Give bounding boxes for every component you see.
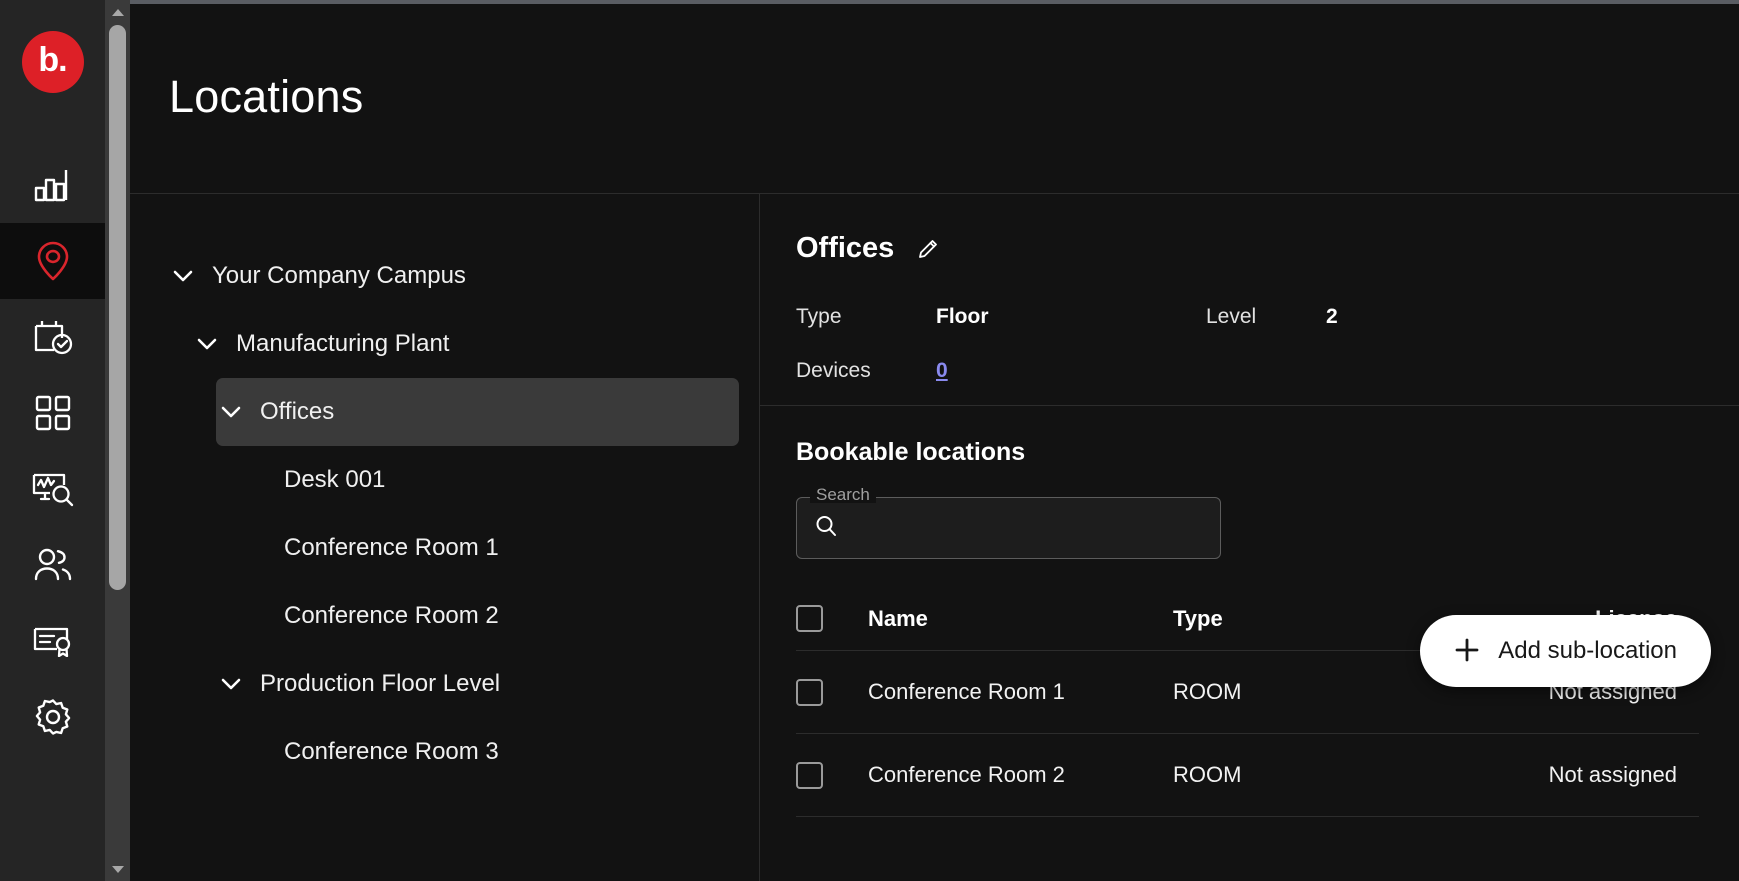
calendar-check-icon xyxy=(33,318,73,356)
cell-name: Conference Room 1 xyxy=(868,679,1065,704)
sidebar-item-licenses[interactable] xyxy=(0,603,105,679)
grid-apps-icon xyxy=(35,395,71,431)
search-field: Search xyxy=(796,486,1221,559)
sidebar-item-locations[interactable] xyxy=(0,223,105,299)
tree-node-label: Conference Room 3 xyxy=(284,738,499,765)
people-icon xyxy=(33,548,73,582)
cell-name: Conference Room 2 xyxy=(868,762,1065,787)
page-scrollbar[interactable] xyxy=(105,0,130,881)
sidebar-item-apps[interactable] xyxy=(0,375,105,451)
scrollbar-thumb[interactable] xyxy=(109,25,126,590)
meta-value-type: Floor xyxy=(936,305,989,328)
gear-icon xyxy=(34,698,72,736)
select-all-checkbox[interactable] xyxy=(796,605,823,632)
meta-label-type: Type xyxy=(796,305,842,328)
tree-node-your-company-campus[interactable]: Your Company Campus xyxy=(168,242,739,310)
row-select-cell xyxy=(796,678,868,706)
row-checkbox[interactable] xyxy=(796,678,823,706)
row-select-cell xyxy=(796,761,868,789)
sidebar-item-users[interactable] xyxy=(0,527,105,603)
tree-node-label: Offices xyxy=(260,398,335,425)
chevron-down-icon[interactable] xyxy=(216,669,246,699)
tree-node-label: Your Company Campus xyxy=(212,262,466,289)
tree-node-label: Conference Room 2 xyxy=(284,602,499,629)
sidebar-item-dashboard[interactable] xyxy=(0,147,105,223)
search-input[interactable] xyxy=(848,516,1220,540)
detail-title-row: Offices xyxy=(796,232,1699,265)
sidebar-nav xyxy=(0,147,105,755)
tree-node-desk-001[interactable]: Desk 001 xyxy=(240,446,739,514)
meta-label-level: Level xyxy=(1206,305,1257,328)
brand-logo[interactable]: b. xyxy=(21,31,84,93)
tree-node-conference-room-1[interactable]: Conference Room 1 xyxy=(240,514,739,582)
page-title: Locations xyxy=(169,70,364,122)
select-all-cell xyxy=(796,605,868,632)
column-header-name[interactable]: Name xyxy=(868,606,1173,632)
window-top-strip xyxy=(130,0,1739,4)
tree-node-conference-room-3[interactable]: Conference Room 3 xyxy=(240,718,739,786)
sidebar-item-analytics[interactable] xyxy=(0,451,105,527)
monitor-search-icon xyxy=(32,471,74,507)
tree-node-label: Desk 001 xyxy=(284,466,386,493)
add-sub-location-label: Add sub-location xyxy=(1498,637,1677,664)
bar-chart-icon xyxy=(34,168,72,202)
search-box[interactable] xyxy=(796,497,1221,559)
location-detail-panel: Offices Type Floor Level 2 Devices 0 Boo… xyxy=(760,194,1739,881)
table-row[interactable]: Conference Room 2 ROOM Not assigned xyxy=(796,734,1699,817)
detail-title: Offices xyxy=(796,232,895,264)
search-icon xyxy=(814,514,838,543)
tree-node-manufacturing-plant[interactable]: Manufacturing Plant xyxy=(192,310,739,378)
cell-license: Not assigned xyxy=(1548,762,1677,787)
chevron-down-icon[interactable] xyxy=(168,261,198,291)
chevron-down-icon[interactable] xyxy=(192,329,222,359)
tree-node-label: Manufacturing Plant xyxy=(236,330,450,357)
certificate-icon xyxy=(33,625,73,657)
bookable-section-title: Bookable locations xyxy=(796,438,1026,466)
meta-label-devices: Devices xyxy=(796,359,871,382)
search-label: Search xyxy=(810,486,876,503)
sidebar-item-bookings[interactable] xyxy=(0,299,105,375)
row-checkbox[interactable] xyxy=(796,761,823,789)
tree-node-label: Production Floor Level xyxy=(260,670,501,697)
meta-value-level: 2 xyxy=(1326,305,1338,328)
sidebar-item-settings[interactable] xyxy=(0,679,105,755)
location-pin-icon xyxy=(36,241,70,281)
chevron-down-icon[interactable] xyxy=(216,397,246,427)
brand-logo-text: b. xyxy=(38,41,67,79)
add-sub-location-button[interactable]: Add sub-location xyxy=(1420,615,1711,687)
pencil-icon[interactable] xyxy=(916,237,940,261)
scrollbar-up-button[interactable] xyxy=(105,2,130,22)
chevron-down-icon xyxy=(111,865,124,873)
tree-node-offices[interactable]: Offices xyxy=(216,378,739,446)
detail-meta-grid: Type Floor Level 2 Devices 0 xyxy=(796,305,1699,383)
location-tree: Your Company Campus Manufacturing Plant … xyxy=(130,194,760,881)
sidebar-rail: b. xyxy=(0,0,105,881)
tree-node-label: Conference Room 1 xyxy=(284,534,499,561)
cell-type: ROOM xyxy=(1173,762,1242,787)
tree-node-conference-room-2[interactable]: Conference Room 2 xyxy=(240,582,739,650)
tree-node-production-floor-level[interactable]: Production Floor Level xyxy=(216,650,739,718)
detail-summary: Offices Type Floor Level 2 Devices 0 xyxy=(760,194,1739,406)
app-root: b. Locations Your Company Campus Manufac… xyxy=(0,0,1739,881)
plus-icon xyxy=(1454,637,1480,666)
meta-value-devices-link[interactable]: 0 xyxy=(936,359,1206,383)
body-area: Your Company Campus Manufacturing Plant … xyxy=(130,194,1739,881)
scrollbar-down-button[interactable] xyxy=(105,859,130,879)
chevron-up-icon xyxy=(111,8,124,16)
page-header: Locations xyxy=(130,0,1739,194)
main-content: Locations Your Company Campus Manufactur… xyxy=(130,0,1739,881)
